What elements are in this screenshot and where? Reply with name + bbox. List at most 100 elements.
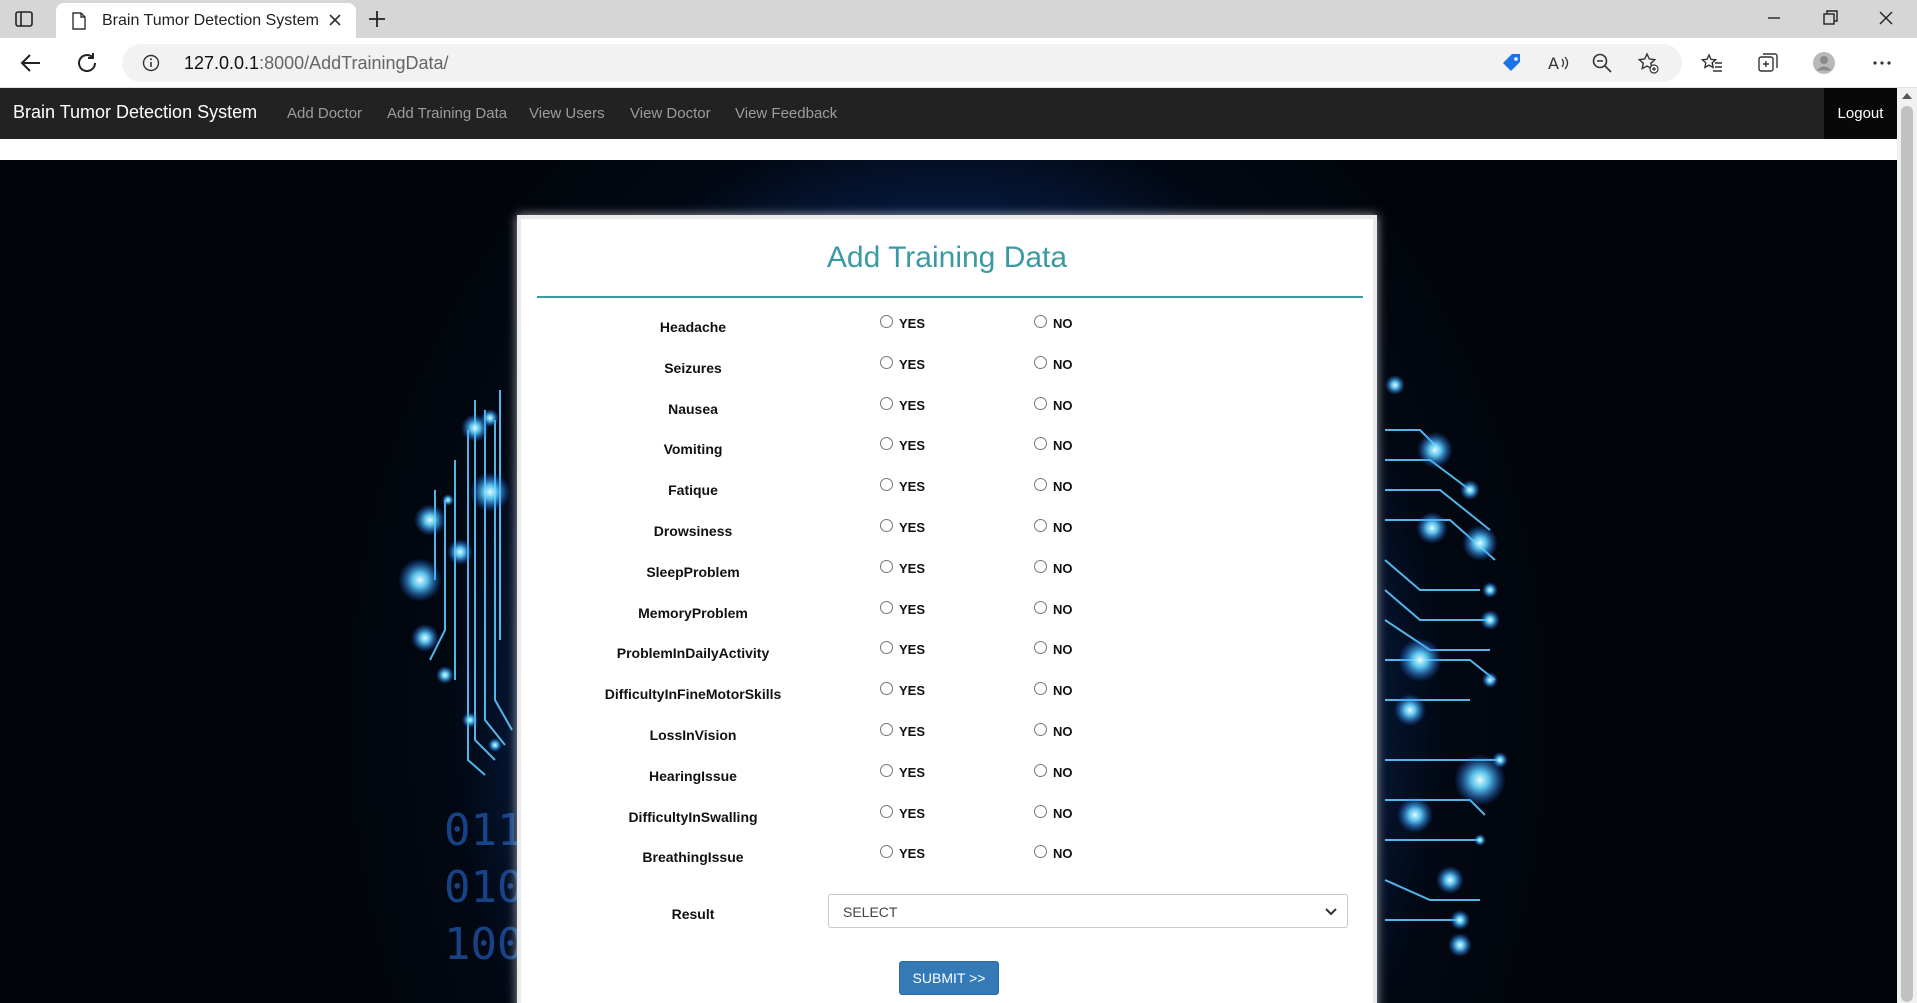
yes-radio[interactable] bbox=[880, 519, 893, 532]
no-radio[interactable] bbox=[1034, 315, 1047, 328]
yes-radio[interactable] bbox=[880, 600, 893, 614]
logout-button[interactable]: Logout bbox=[1824, 88, 1897, 139]
yes-label: YES bbox=[899, 642, 926, 658]
yes-radio[interactable] bbox=[880, 559, 893, 573]
right-circuit-nodes bbox=[1385, 375, 1508, 957]
yes-label: YES bbox=[899, 520, 926, 535]
zoom-out-icon[interactable] bbox=[1590, 51, 1614, 75]
question-label: Drowsiness bbox=[653, 523, 733, 539]
no-radio[interactable] bbox=[1034, 478, 1047, 492]
result-select[interactable]: SELECT bbox=[828, 894, 1348, 928]
no-label: NO bbox=[1053, 438, 1073, 454]
yes-label: YES bbox=[899, 479, 926, 495]
no-radio[interactable] bbox=[1034, 396, 1047, 410]
nav-link-view-doctor[interactable]: View Doctor bbox=[630, 105, 711, 122]
no-radio[interactable] bbox=[1034, 682, 1047, 696]
no-radio[interactable] bbox=[1034, 641, 1047, 655]
url-field[interactable]: 127.0.0.1:8000/AddTrainingData/ bbox=[122, 44, 1682, 82]
question-row: Fatique YES NO bbox=[521, 474, 1373, 504]
back-icon[interactable] bbox=[18, 50, 44, 76]
no-label: NO bbox=[1053, 520, 1073, 535]
question-row: ProblemInDailyActivity YES NO bbox=[521, 637, 1373, 667]
yes-radio[interactable] bbox=[880, 478, 893, 492]
no-label: NO bbox=[1053, 356, 1073, 372]
shopping-tag-icon[interactable] bbox=[1500, 51, 1524, 75]
site-navbar: Brain Tumor Detection System Add Doctor … bbox=[0, 88, 1897, 139]
close-window-icon[interactable] bbox=[1872, 6, 1900, 30]
no-radio[interactable] bbox=[1034, 355, 1047, 369]
no-label: NO bbox=[1053, 683, 1073, 699]
yes-radio[interactable] bbox=[880, 641, 893, 655]
yes-label: YES bbox=[899, 724, 926, 739]
no-label: NO bbox=[1053, 316, 1073, 331]
minimize-icon[interactable] bbox=[1760, 6, 1788, 30]
question-label: DifficultyInFineMotorSkills bbox=[604, 686, 782, 703]
no-radio[interactable] bbox=[1034, 723, 1047, 736]
question-label: LossInVision bbox=[649, 727, 737, 743]
info-icon[interactable] bbox=[142, 54, 160, 72]
svg-text:100: 100 bbox=[444, 919, 523, 970]
no-radio[interactable] bbox=[1034, 559, 1047, 573]
question-row: BreathingIssue YES NO bbox=[521, 841, 1373, 871]
nav-link-add-training-data[interactable]: Add Training Data bbox=[387, 105, 507, 122]
profile-avatar-icon[interactable] bbox=[1812, 51, 1836, 75]
question-row: DifficultyInFineMotorSkills YES NO bbox=[521, 678, 1373, 708]
no-label: NO bbox=[1053, 846, 1073, 862]
yes-radio[interactable] bbox=[880, 396, 893, 410]
restore-icon[interactable] bbox=[1816, 6, 1844, 30]
question-row: Drowsiness YES NO bbox=[521, 515, 1373, 545]
question-row: LossInVision YES NO bbox=[521, 719, 1373, 749]
yes-radio[interactable] bbox=[880, 723, 893, 736]
yes-radio[interactable] bbox=[880, 315, 893, 328]
scrollbar-thumb[interactable] bbox=[1901, 106, 1913, 1002]
favorites-icon[interactable] bbox=[1700, 51, 1724, 75]
close-tab-icon[interactable] bbox=[326, 11, 344, 29]
tab-actions-icon[interactable] bbox=[14, 9, 34, 29]
page-title: Add Training Data bbox=[826, 241, 1068, 274]
no-label: NO bbox=[1053, 642, 1073, 658]
add-favorite-icon[interactable] bbox=[1636, 51, 1660, 75]
svg-text:011: 011 bbox=[444, 805, 523, 856]
new-tab-icon[interactable] bbox=[366, 8, 388, 30]
question-label: DifficultyInSwalling bbox=[628, 808, 758, 825]
browser-tab[interactable]: Brain Tumor Detection System bbox=[56, 3, 356, 38]
question-row: SleepProblem YES NO bbox=[521, 556, 1373, 586]
chevron-down-icon bbox=[1325, 908, 1337, 916]
document-icon bbox=[72, 12, 86, 30]
question-label: HearingIssue bbox=[649, 767, 737, 784]
question-label: MemoryProblem bbox=[638, 604, 748, 621]
nav-link-add-doctor[interactable]: Add Doctor bbox=[287, 105, 362, 122]
page-scrollbar[interactable] bbox=[1897, 88, 1917, 1003]
no-radio[interactable] bbox=[1034, 804, 1047, 818]
binary-code-text: 011 010 100 bbox=[444, 805, 523, 970]
nav-link-view-feedback[interactable]: View Feedback bbox=[735, 105, 837, 122]
no-label: NO bbox=[1053, 805, 1073, 821]
nav-link-view-users[interactable]: View Users bbox=[529, 105, 605, 122]
no-radio[interactable] bbox=[1034, 845, 1047, 859]
site-brand[interactable]: Brain Tumor Detection System bbox=[13, 102, 257, 123]
no-radio[interactable] bbox=[1034, 763, 1047, 777]
submit-button[interactable]: SUBMIT >> bbox=[899, 961, 999, 995]
yes-radio[interactable] bbox=[880, 763, 893, 777]
yes-label: YES bbox=[899, 601, 926, 617]
yes-radio[interactable] bbox=[880, 804, 893, 818]
read-aloud-icon[interactable]: A bbox=[1546, 51, 1570, 75]
yes-label: YES bbox=[899, 846, 926, 862]
yes-label: YES bbox=[899, 764, 926, 780]
yes-radio[interactable] bbox=[880, 845, 893, 859]
collections-icon[interactable] bbox=[1756, 51, 1780, 75]
yes-radio[interactable] bbox=[880, 437, 893, 451]
reload-icon[interactable] bbox=[74, 50, 100, 76]
question-row: Seizures YES NO bbox=[521, 352, 1373, 382]
no-radio[interactable] bbox=[1034, 437, 1047, 451]
yes-radio[interactable] bbox=[880, 682, 893, 696]
result-label: Result bbox=[671, 906, 715, 922]
scroll-up-icon[interactable] bbox=[1902, 92, 1912, 100]
no-radio[interactable] bbox=[1034, 600, 1047, 614]
no-label: NO bbox=[1053, 764, 1073, 780]
yes-label: YES bbox=[899, 560, 926, 576]
yes-radio[interactable] bbox=[880, 355, 893, 369]
yes-label: YES bbox=[899, 438, 926, 454]
more-menu-icon[interactable] bbox=[1870, 51, 1894, 75]
no-radio[interactable] bbox=[1034, 519, 1047, 532]
